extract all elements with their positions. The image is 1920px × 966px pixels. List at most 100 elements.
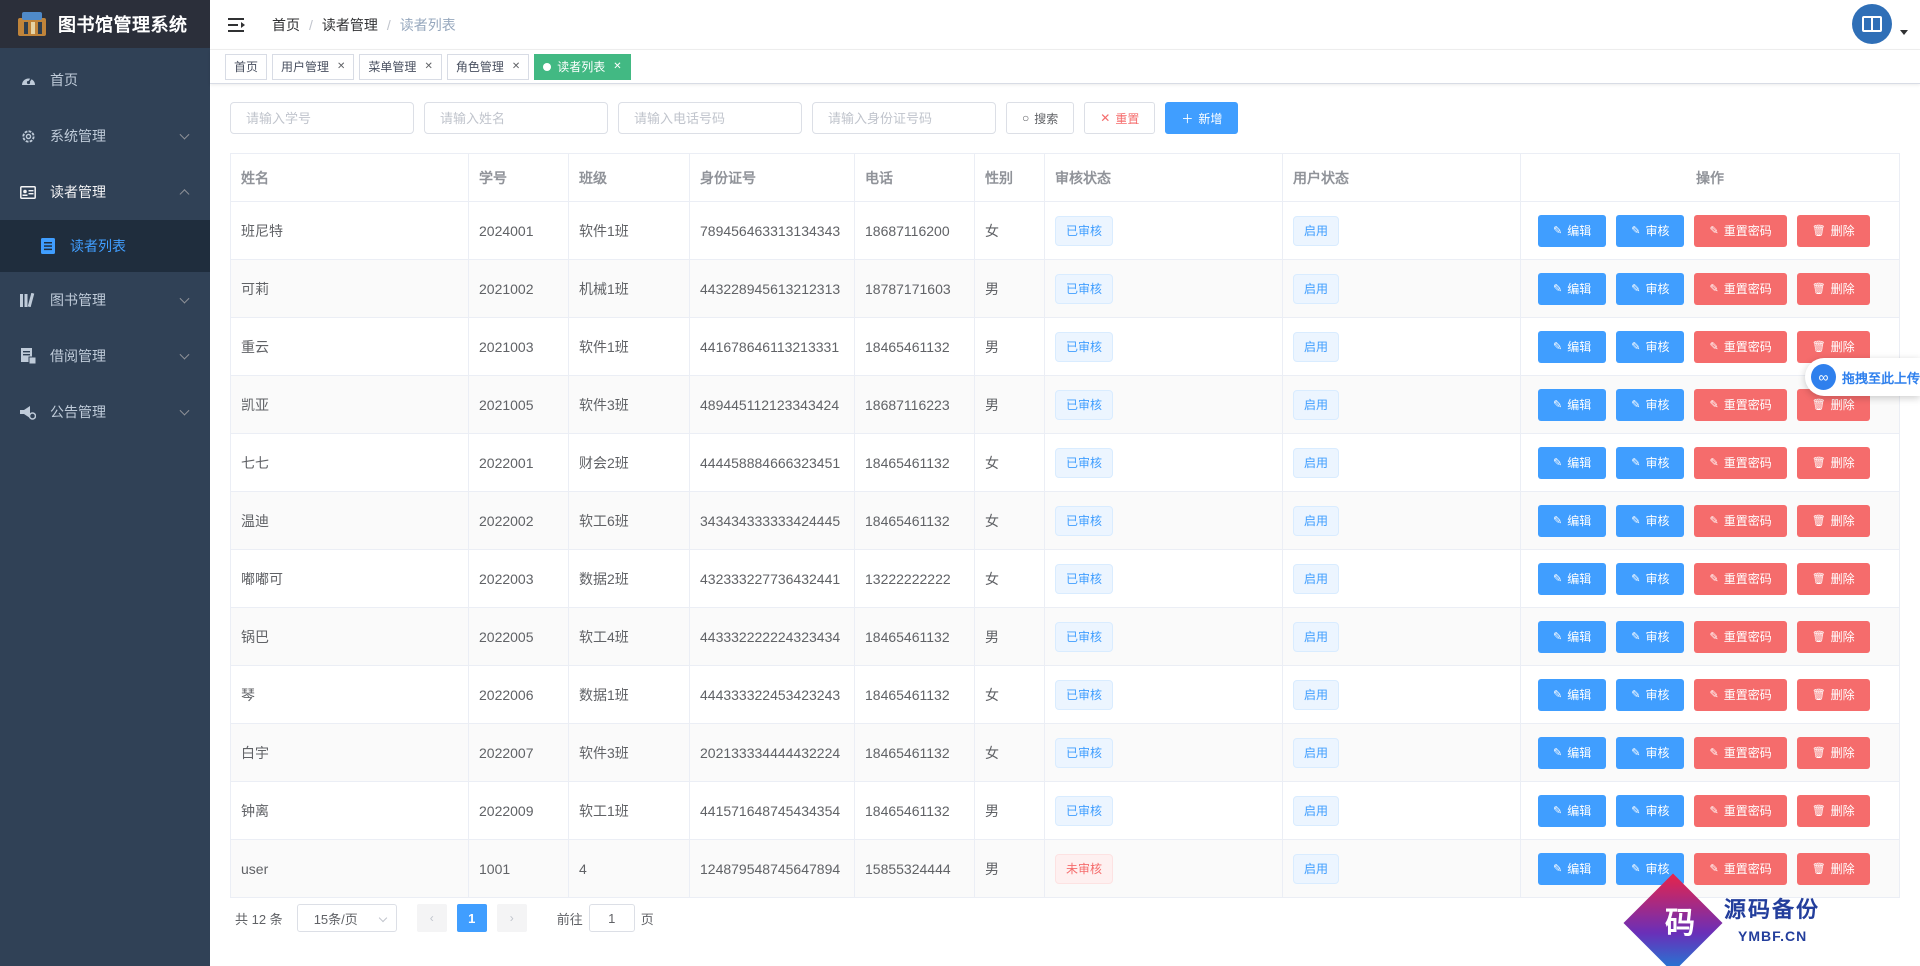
edit-icon: ✎ (1553, 863, 1563, 875)
sidebar-item-system[interactable]: 系统管理 (0, 108, 210, 164)
delete-button[interactable]: 🗑 删除 (1796, 620, 1870, 653)
page-number[interactable]: 1 (456, 904, 487, 932)
trash-icon: 🗑 (1811, 283, 1826, 295)
audit-button[interactable]: ✎ 审核 (1616, 388, 1685, 421)
reset-password-button[interactable]: ✎ 重置密码 (1694, 214, 1787, 247)
close-icon[interactable]: ✕ (424, 61, 432, 72)
audit-status-badge: 已审核 (1055, 563, 1114, 594)
audit-status-badge: 已审核 (1055, 505, 1114, 536)
brand[interactable]: 图书馆管理系统 (0, 0, 210, 48)
audit-status-badge: 已审核 (1055, 331, 1114, 362)
edit-button[interactable]: ✎ 编辑 (1538, 736, 1607, 769)
breadcrumb-item[interactable]: 读者管理 (322, 15, 378, 35)
breadcrumb-item[interactable]: 首页 (272, 15, 300, 35)
audit-button[interactable]: ✎ 审核 (1616, 330, 1685, 363)
edit-button[interactable]: ✎ 编辑 (1538, 794, 1607, 827)
sidebar-toggle-icon[interactable] (228, 17, 250, 33)
student-no-input[interactable] (230, 102, 414, 134)
delete-button[interactable]: 🗑 删除 (1796, 736, 1870, 769)
sidebar-item-books[interactable]: 图书管理 (0, 272, 210, 328)
tag-menu-management[interactable]: 菜单管理 ✕ (359, 53, 442, 80)
delete-button[interactable]: 🗑 删除 (1796, 562, 1870, 595)
avatar[interactable] (1852, 4, 1892, 44)
idcard-input[interactable] (812, 102, 996, 134)
edit-button[interactable]: ✎ 编辑 (1538, 388, 1607, 421)
edit-button[interactable]: ✎ 编辑 (1538, 678, 1607, 711)
edit-button[interactable]: ✎ 编辑 (1538, 620, 1607, 653)
reset-password-button[interactable]: ✎ 重置密码 (1694, 330, 1787, 363)
name-input[interactable] (424, 102, 608, 134)
drag-upload-widget[interactable]: ∞ 拖拽至此上传 (1805, 358, 1920, 396)
search-button[interactable]: ○ 搜索 (1006, 102, 1075, 134)
cell-phone: 18465461132 (855, 782, 975, 839)
delete-button[interactable]: 🗑 删除 (1796, 214, 1870, 247)
table-row: 锅巴 2022005 软工4班 443332222224323434 184654611… (231, 608, 1900, 666)
page-size-select[interactable]: 15条/页 (296, 904, 397, 932)
close-icon[interactable]: ✕ (337, 61, 345, 72)
sidebar-item-reader-list[interactable]: 读者列表 (0, 220, 210, 272)
tag-user-management[interactable]: 用户管理 ✕ (272, 53, 355, 80)
phone-input[interactable] (618, 102, 802, 134)
edit-button[interactable]: ✎ 编辑 (1538, 562, 1607, 595)
sidebar-item-borrow[interactable]: 借阅管理 (0, 328, 210, 384)
delete-button[interactable]: 🗑 删除 (1796, 446, 1870, 479)
reset-password-button[interactable]: ✎ 重置密码 (1694, 272, 1787, 305)
dashboard-icon (20, 72, 36, 88)
audit-button[interactable]: ✎ 审核 (1616, 562, 1685, 595)
next-page-button[interactable]: › (496, 904, 527, 932)
audit-button[interactable]: ✎ 审核 (1616, 678, 1685, 711)
sidebar-item-label: 首页 (50, 72, 78, 88)
audit-button[interactable]: ✎ 审核 (1616, 736, 1685, 769)
cell-cls: 软件3班 (569, 376, 690, 433)
audit-button[interactable]: ✎ 审核 (1616, 446, 1685, 479)
cloud-icon: ∞ (1811, 364, 1836, 390)
reset-password-button[interactable]: ✎ 重置密码 (1694, 620, 1787, 653)
cell-status: 启用 (1283, 318, 1521, 375)
edit-button[interactable]: ✎ 编辑 (1538, 504, 1607, 537)
cell-cls: 数据1班 (569, 666, 690, 723)
cell-gender: 男 (975, 376, 1045, 433)
audit-button[interactable]: ✎ 审核 (1616, 504, 1685, 537)
edit-button[interactable]: ✎ 编辑 (1538, 446, 1607, 479)
close-icon[interactable]: ✕ (613, 61, 621, 72)
sidebar-item-readers[interactable]: 读者管理 (0, 164, 210, 220)
prev-page-button[interactable]: ‹ (416, 904, 447, 932)
cell-name: 重云 (231, 318, 469, 375)
audit-button[interactable]: ✎ 审核 (1616, 214, 1685, 247)
reset-button[interactable]: ✕ 重置 (1084, 102, 1156, 134)
tag-reader-list[interactable]: 读者列表 ✕ (534, 53, 631, 80)
close-icon[interactable]: ✕ (512, 61, 520, 72)
delete-button[interactable]: 🗑 删除 (1796, 794, 1870, 827)
reset-password-button[interactable]: ✎ 重置密码 (1694, 562, 1787, 595)
column-header: 操作 (1521, 154, 1900, 201)
add-button[interactable]: ＋新增 (1165, 102, 1239, 134)
tag-home[interactable]: 首页 (225, 53, 268, 80)
audit-button[interactable]: ✎ 审核 (1616, 794, 1685, 827)
edit-button[interactable]: ✎ 编辑 (1538, 272, 1607, 305)
cell-phone: 18687116223 (855, 376, 975, 433)
caret-down-icon[interactable] (1900, 30, 1908, 35)
sidebar-item-notice[interactable]: 公告管理 (0, 384, 210, 440)
cell-gender: 男 (975, 782, 1045, 839)
reset-password-button[interactable]: ✎ 重置密码 (1694, 794, 1787, 827)
reset-password-button[interactable]: ✎ 重置密码 (1694, 446, 1787, 479)
edit-icon: ✎ (1709, 747, 1719, 759)
reset-password-button[interactable]: ✎ 重置密码 (1694, 736, 1787, 769)
delete-button[interactable]: 🗑 删除 (1796, 678, 1870, 711)
audit-button[interactable]: ✎ 审核 (1616, 272, 1685, 305)
reset-password-button[interactable]: ✎ 重置密码 (1694, 678, 1787, 711)
reset-password-button[interactable]: ✎ 重置密码 (1694, 504, 1787, 537)
sidebar-item-home[interactable]: 首页 (0, 52, 210, 108)
tag-role-management[interactable]: 角色管理 ✕ (446, 53, 530, 80)
cell-idcard: 443332222224323434 (690, 608, 855, 665)
delete-button[interactable]: 🗑 删除 (1796, 272, 1870, 305)
edit-button[interactable]: ✎ 编辑 (1538, 214, 1607, 247)
trash-icon: 🗑 (1811, 515, 1826, 527)
audit-button[interactable]: ✎ 审核 (1616, 620, 1685, 653)
edit-button[interactable]: ✎ 编辑 (1538, 330, 1607, 363)
edit-button[interactable]: ✎ 编辑 (1538, 852, 1607, 885)
watermark-logo: 码 源码备份 YMBF.CN (1623, 873, 1920, 966)
delete-button[interactable]: 🗑 删除 (1796, 504, 1870, 537)
reset-password-button[interactable]: ✎ 重置密码 (1694, 388, 1787, 421)
goto-page-input[interactable] (588, 904, 635, 932)
